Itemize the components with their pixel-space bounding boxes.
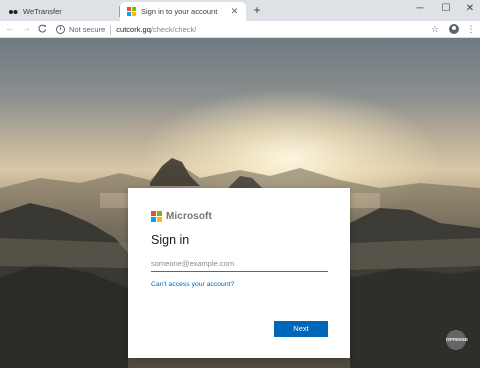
omnibox-divider [110, 24, 112, 35]
info-icon[interactable]: i [56, 25, 65, 34]
url-path: /check/check/ [150, 25, 197, 34]
forward-button[interactable]: → [19, 22, 33, 36]
microsoft-logo-icon [127, 7, 136, 16]
security-label: Not secure [69, 25, 106, 34]
tab-sign-in[interactable]: Sign in to your account ✕ [120, 2, 246, 21]
url-host: cutcork.gq [116, 25, 151, 34]
profile-avatar[interactable] [449, 24, 459, 34]
watermark-logo: OFFENSE [446, 330, 468, 350]
close-window-button[interactable]: ✕ [458, 1, 480, 17]
sign-in-card: Microsoft Sign in Can't access your acco… [128, 188, 350, 358]
brand-name: Microsoft [166, 211, 212, 222]
menu-icon[interactable]: ⋮ [464, 22, 478, 36]
reload-icon [37, 24, 46, 33]
tab-strip: WeTransfer Sign in to your account ✕ + ─… [0, 0, 480, 21]
microsoft-logo-icon [151, 211, 162, 222]
cant-access-account-link[interactable]: Can't access your account? [151, 281, 234, 288]
email-input[interactable] [151, 256, 328, 272]
tab-wetransfer[interactable]: WeTransfer [2, 2, 119, 21]
maximize-button[interactable]: ☐ [434, 1, 458, 17]
back-button[interactable]: ← [3, 22, 17, 36]
reload-button[interactable] [35, 22, 49, 36]
next-button[interactable]: Next [274, 321, 328, 337]
bookmark-star-icon[interactable]: ☆ [428, 22, 442, 36]
page-background: Microsoft Sign in Can't access your acco… [0, 38, 480, 368]
microsoft-logo: Microsoft [151, 211, 212, 222]
browser-toolbar: ← → i Not secure cutcork.gq/check/check/… [0, 21, 480, 38]
wetransfer-icon [9, 9, 18, 14]
close-tab-icon[interactable]: ✕ [229, 6, 240, 17]
page-title: Sign in [151, 233, 190, 247]
minimize-button[interactable]: ─ [408, 1, 432, 17]
new-tab-button[interactable]: + [250, 3, 264, 17]
tab-title: Sign in to your account [141, 7, 218, 16]
address-bar[interactable]: i Not secure cutcork.gq/check/check/ [52, 22, 426, 37]
tab-title: WeTransfer [23, 7, 62, 16]
